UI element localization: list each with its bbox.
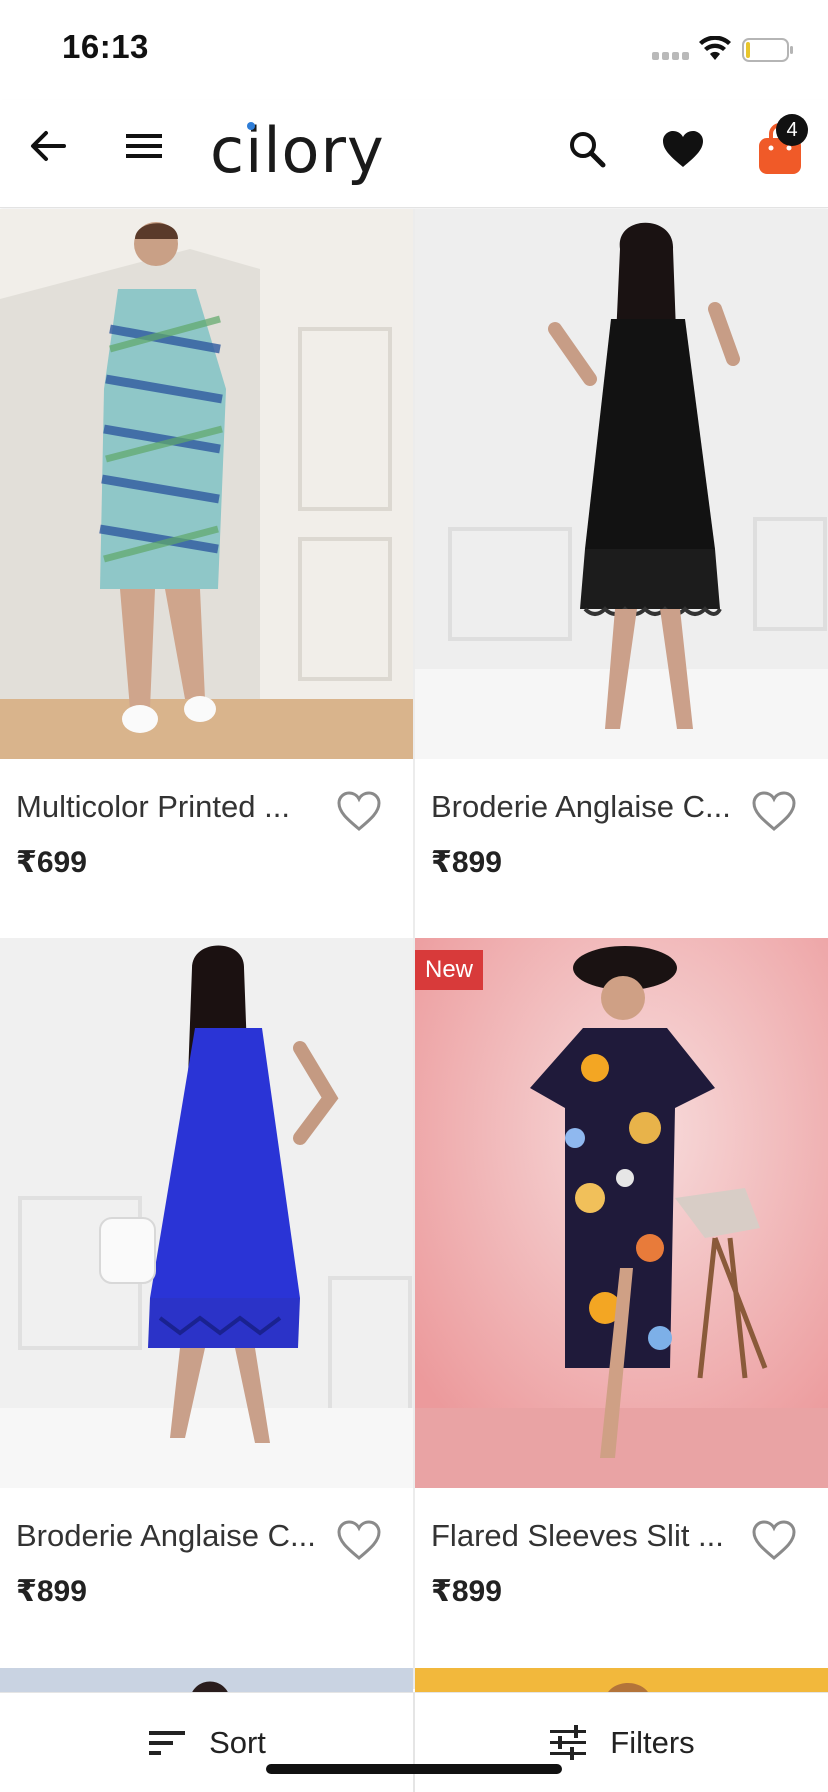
hamburger-menu-icon (126, 134, 162, 158)
product-image[interactable] (415, 209, 828, 759)
product-title: Flared Sleeves Slit ... (431, 1518, 724, 1553)
product-card[interactable]: Broderie Anglaise C... ₹899 (0, 938, 413, 1666)
product-card[interactable]: Multicolor Printed ... ₹699 (0, 209, 413, 937)
search-button[interactable] (562, 124, 612, 174)
filters-label: Filters (610, 1725, 695, 1760)
cart-count-badge: 4 (776, 114, 808, 146)
product-title: Broderie Anglaise C... (431, 789, 731, 824)
product-title: Broderie Anglaise C... (16, 1518, 316, 1553)
product-price: ₹699 (16, 846, 87, 879)
cellular-signal-icon (652, 52, 692, 62)
battery-icon (742, 38, 793, 62)
sort-button[interactable]: Sort (0, 1693, 413, 1792)
wishlist-heart-icon[interactable] (751, 789, 797, 833)
product-price: ₹899 (16, 1575, 87, 1608)
wishlist-heart-icon[interactable] (336, 1518, 382, 1562)
product-price: ₹899 (431, 846, 502, 879)
product-card[interactable]: Broderie Anglaise C... ₹899 (415, 209, 828, 937)
filters-icon (550, 1725, 587, 1760)
sort-label: Sort (209, 1725, 266, 1760)
wifi-icon (699, 36, 731, 60)
product-image[interactable] (0, 938, 413, 1488)
bottom-action-bar: Sort Filters (0, 1692, 828, 1792)
logo-accent-dot (247, 122, 255, 130)
status-bar: 16:13 (0, 0, 828, 100)
status-time: 16:13 (62, 28, 149, 65)
new-badge: New (415, 950, 484, 990)
product-title: Multicolor Printed ... (16, 789, 290, 824)
product-image[interactable]: New (415, 938, 828, 1488)
filters-button[interactable]: Filters (415, 1693, 828, 1792)
wishlist-heart-icon[interactable] (336, 789, 382, 833)
product-card[interactable]: New Flared Sleeves Slit ... ₹899 (415, 938, 828, 1666)
heart-filled-icon (663, 131, 703, 167)
sort-icon (149, 1731, 186, 1755)
wishlist-button[interactable] (656, 124, 710, 174)
back-arrow-icon (31, 131, 66, 161)
menu-button[interactable] (118, 120, 170, 172)
back-button[interactable] (22, 120, 74, 172)
product-image[interactable] (0, 209, 413, 759)
grid-column-divider (413, 209, 415, 1689)
app-header: cilory 4 (0, 100, 828, 208)
wishlist-heart-icon[interactable] (751, 1518, 797, 1562)
brand-logo[interactable]: cilory (210, 110, 385, 192)
search-icon (570, 132, 606, 168)
product-price: ₹899 (431, 1575, 502, 1608)
home-indicator (266, 1764, 562, 1774)
